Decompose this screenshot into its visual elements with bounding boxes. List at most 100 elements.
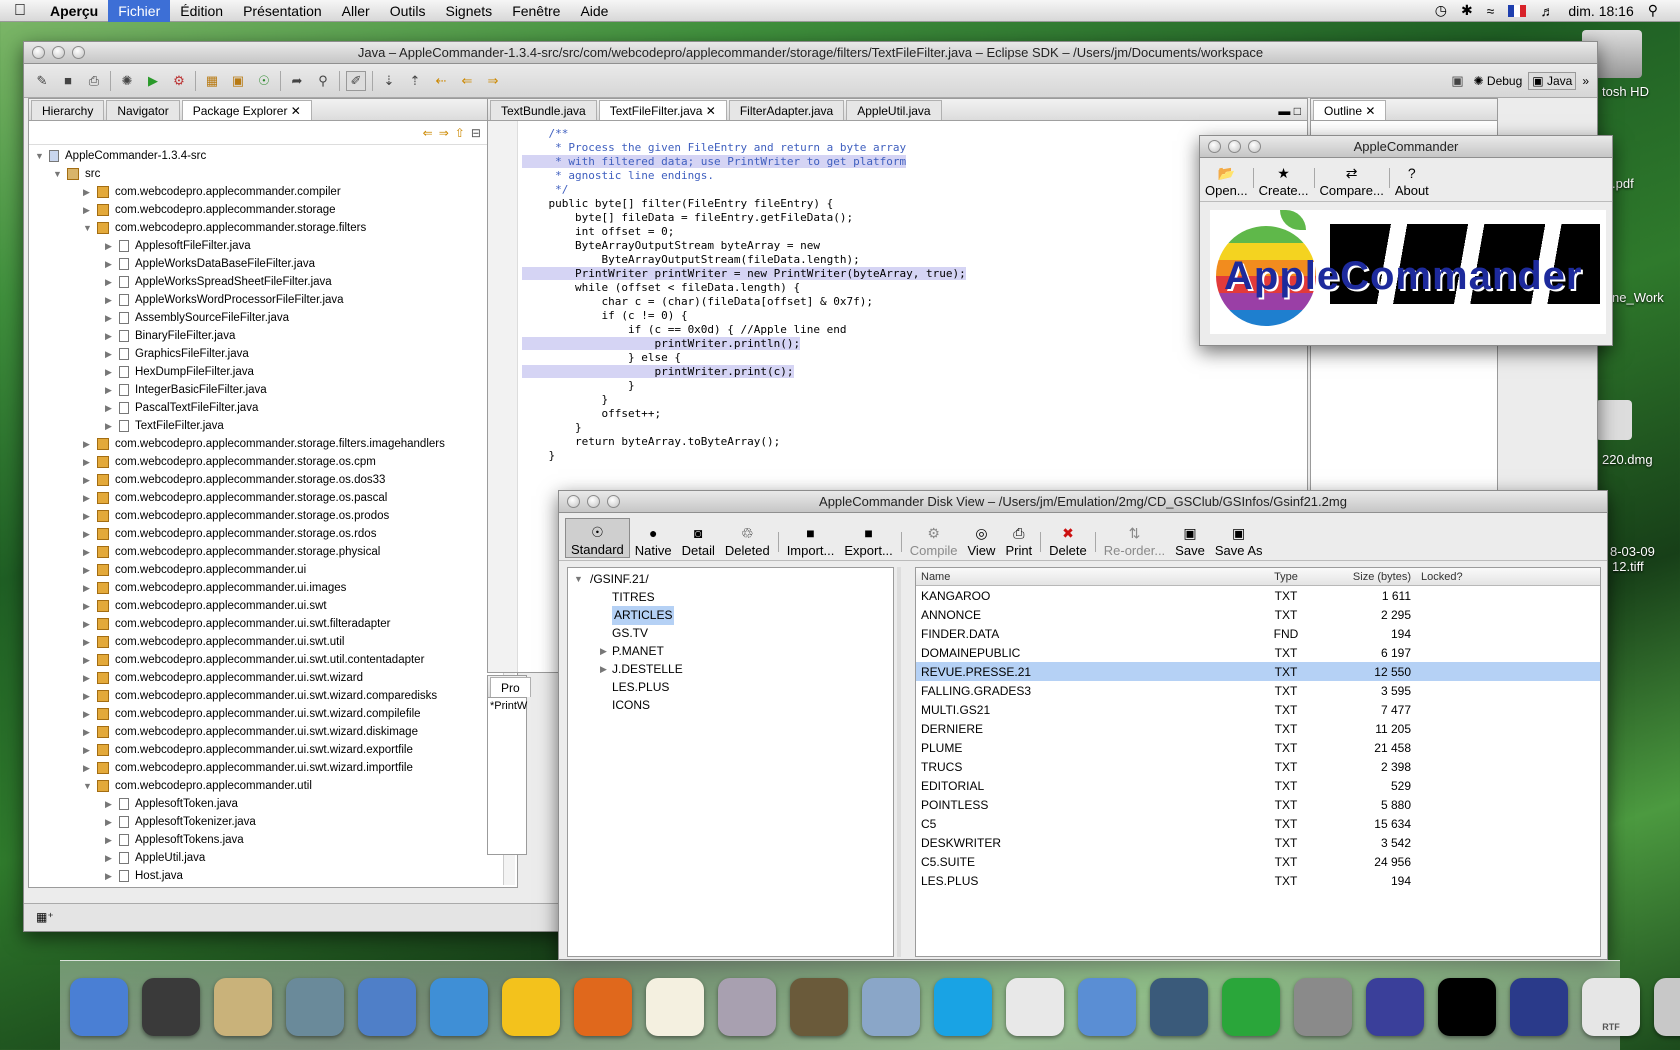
collapsed-arrow-icon[interactable]: ▶	[600, 660, 612, 679]
close-button[interactable]	[1208, 140, 1221, 153]
zoom-button[interactable]	[72, 46, 85, 59]
tree-item[interactable]: ▶ com.webcodepro.applecommander.storage.o…	[35, 471, 517, 489]
disk-tree-item[interactable]: TITRES	[574, 588, 893, 606]
tree-item[interactable]: ▶ AssemblySourceFileFilter.java	[35, 309, 517, 327]
collapsed-arrow-icon[interactable]: ▶	[105, 345, 117, 363]
tree-item[interactable]: ▶ IntegerBasicFileFilter.java	[35, 381, 517, 399]
back-icon[interactable]: ⇐	[423, 126, 433, 140]
tree-item[interactable]: ▶ com.webcodepro.applecommander.storage.o…	[35, 453, 517, 471]
tab-textbundle[interactable]: TextBundle.java	[490, 100, 597, 120]
dashboard-icon[interactable]	[142, 978, 200, 1036]
tree-item[interactable]: ▶ com.webcodepro.applecommander.ui.swt.wi…	[35, 759, 517, 777]
tree-project[interactable]: ▼ AppleCommander-1.3.4-src	[35, 147, 517, 165]
collapsed-arrow-icon[interactable]: ▶	[83, 633, 95, 651]
create-button[interactable]: ★ Create...	[1254, 158, 1314, 198]
maximize-editor-icon[interactable]: ▬ □	[1272, 102, 1307, 120]
safari-icon[interactable]	[430, 978, 488, 1036]
collapsed-arrow-icon[interactable]: ▶	[83, 741, 95, 759]
collapsed-arrow-icon[interactable]: ▶	[105, 399, 117, 417]
tree-item[interactable]: ▶ AppleWorksSpreadSheetFileFilter.java	[35, 273, 517, 291]
preferences-icon[interactable]	[1294, 978, 1352, 1036]
debug-icon[interactable]: ✺	[117, 71, 137, 91]
search-icon[interactable]: ⚲	[313, 71, 333, 91]
table-row[interactable]: DERNIERE TXT 11 205	[916, 719, 1600, 738]
expand-arrow-icon[interactable]: ▼	[53, 165, 65, 183]
save-icon[interactable]: ■	[58, 71, 78, 91]
trash-icon[interactable]	[1654, 978, 1680, 1036]
desktop-label-dmg[interactable]: 220.dmg	[1602, 452, 1653, 467]
collapsed-arrow-icon[interactable]: ▶	[83, 669, 95, 687]
zoom-button[interactable]	[1248, 140, 1261, 153]
tree-item[interactable]: ▶ Host.java	[35, 867, 517, 885]
tab-appleutil[interactable]: AppleUtil.java	[846, 100, 942, 120]
collapsed-arrow-icon[interactable]: ▶	[83, 471, 95, 489]
disk-tree-item[interactable]: LES.PLUS	[574, 678, 893, 696]
timemachine-status-icon[interactable]: ◷	[1435, 2, 1447, 19]
terminal-icon[interactable]	[1438, 978, 1496, 1036]
tab-outline[interactable]: Outline ✕	[1313, 100, 1387, 120]
table-row[interactable]: MULTI.GS21 TXT 7 477	[916, 700, 1600, 719]
tree-item[interactable]: ▶ ApplesoftToken.java	[35, 795, 517, 813]
collapsed-arrow-icon[interactable]: ▶	[83, 489, 95, 507]
prev-annotation-icon[interactable]: ⇡	[405, 71, 425, 91]
last-edit-icon[interactable]: ⇠	[431, 71, 451, 91]
tree-item[interactable]: ▶ AppleWorksDataBaseFileFilter.java	[35, 255, 517, 273]
save-button[interactable]: ▣ Save	[1170, 518, 1210, 558]
eclipse-icon[interactable]	[1366, 978, 1424, 1036]
disk-tree-item[interactable]: ARTICLES	[574, 605, 893, 625]
delete-button[interactable]: ✖ Delete	[1044, 518, 1092, 558]
clock[interactable]: dim. 18:16	[1568, 3, 1633, 19]
menu-presentation[interactable]: Présentation	[233, 0, 332, 22]
tree-item[interactable]: ▶ com.webcodepro.applecommander.ui.swt.ut…	[35, 651, 517, 669]
tree-item[interactable]: ▶ com.webcodepro.applecommander.ui.images	[35, 579, 517, 597]
tree-item[interactable]: ▶ com.webcodepro.applecommander.compiler	[35, 183, 517, 201]
tree-src[interactable]: ▼ src	[35, 165, 517, 183]
firefox-icon[interactable]	[574, 978, 632, 1036]
star-icon[interactable]	[1510, 978, 1568, 1036]
mail-icon[interactable]	[358, 978, 416, 1036]
close-tab-icon[interactable]: ✕	[1365, 104, 1375, 118]
collapsed-arrow-icon[interactable]: ▶	[83, 543, 95, 561]
collapsed-arrow-icon[interactable]: ▶	[105, 831, 117, 849]
collapsed-arrow-icon[interactable]: ▶	[83, 597, 95, 615]
table-row[interactable]: ANNONCE TXT 2 295	[916, 605, 1600, 624]
tree-item[interactable]: ▶ GraphicsFileFilter.java	[35, 345, 517, 363]
sendmail-icon[interactable]	[718, 978, 776, 1036]
finder-icon[interactable]	[70, 978, 128, 1036]
open-perspective-icon[interactable]: ▣	[1448, 71, 1468, 91]
scanner-icon[interactable]	[1078, 978, 1136, 1036]
run-icon[interactable]: ▶	[143, 71, 163, 91]
native-button[interactable]: ● Native	[630, 518, 677, 558]
table-row[interactable]: EDITORIAL TXT 529	[916, 776, 1600, 795]
cyberduck-icon[interactable]	[502, 978, 560, 1036]
expand-arrow-icon[interactable]: ▼	[35, 147, 47, 165]
collapsed-arrow-icon[interactable]: ▶	[83, 723, 95, 741]
tree-item[interactable]: ▶ AppleUtil.java	[35, 849, 517, 867]
tree-item[interactable]: ▶ com.webcodepro.applecommander.storage.o…	[35, 507, 517, 525]
menu-edition[interactable]: Édition	[170, 0, 233, 22]
minimize-button[interactable]	[1228, 140, 1241, 153]
disk-tree-item[interactable]: ICONS	[574, 696, 893, 714]
column-locked[interactable]: Locked?	[1416, 571, 1501, 583]
collapsed-arrow-icon[interactable]: ▶	[83, 435, 95, 453]
menu-fenetre[interactable]: Fenêtre	[502, 0, 570, 22]
desktop-label-tiff[interactable]: 12.tiff	[1612, 559, 1644, 574]
collapsed-arrow-icon[interactable]: ▶	[105, 381, 117, 399]
tree-item[interactable]: ▶ com.webcodepro.applecommander.ui.swt.wi…	[35, 723, 517, 741]
collapsed-arrow-icon[interactable]: ▶	[83, 615, 95, 633]
compare-button[interactable]: ⇄ Compare...	[1315, 158, 1389, 198]
apple-menu-icon[interactable]: 	[0, 2, 40, 20]
collapsed-arrow-icon[interactable]: ▶	[83, 561, 95, 579]
import-button[interactable]: ■ Import...	[782, 518, 840, 558]
code-area[interactable]: /** * Process the given FileEntry and re…	[522, 127, 966, 463]
table-row[interactable]: POINTLESS TXT 5 880	[916, 795, 1600, 814]
menu-aller[interactable]: Aller	[332, 0, 380, 22]
spotlight-icon[interactable]: ⚲	[1648, 2, 1658, 19]
close-button[interactable]	[32, 46, 45, 59]
minimize-button[interactable]	[587, 495, 600, 508]
more-perspectives-icon[interactable]: »	[1582, 74, 1589, 88]
menu-aide[interactable]: Aide	[570, 0, 618, 22]
wifi-icon[interactable]: ≈	[1487, 3, 1495, 19]
highlight-icon[interactable]: ✐	[346, 70, 366, 91]
menu-app[interactable]: Aperçu	[40, 0, 108, 22]
